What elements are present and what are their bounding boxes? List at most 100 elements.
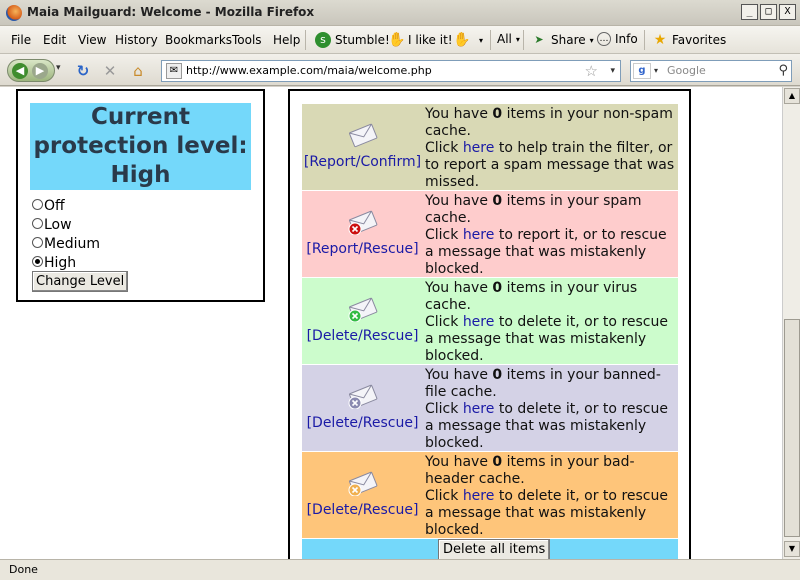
maximize-button[interactable]: □ (760, 4, 777, 20)
cache-row: [Report/Rescue] You have 0 items in your… (302, 191, 678, 277)
chevron-down-icon[interactable]: ▾ (654, 61, 658, 81)
vertical-scrollbar[interactable]: ▲ ▼ (782, 87, 800, 559)
cache-action-link[interactable]: [Delete/Rescue] (302, 415, 423, 431)
bookmark-star-icon[interactable]: ☆ (585, 61, 598, 81)
cache-description: You have 0 items in your non-spam cache.… (425, 104, 678, 190)
status-text: Done (9, 563, 38, 576)
all-dropdown[interactable]: All ▾ (497, 32, 520, 46)
search-input[interactable]: g ▾ Google ⚲ (630, 60, 792, 82)
toolbar-separator (644, 30, 645, 50)
cache-icon-cell: [Delete/Rescue] (302, 365, 423, 451)
page-viewport: Current protection level: High Off Low M… (0, 87, 782, 559)
protection-level-options: Off Low Medium High (32, 196, 100, 272)
cache-text: Click (425, 314, 463, 330)
back-arrow-icon[interactable]: ◀ (12, 62, 28, 79)
cache-here-link[interactable]: here (463, 227, 495, 243)
cache-description: You have 0 items in your virus cache. Cl… (425, 278, 678, 364)
dislike-button[interactable]: ✋ ▾ (453, 32, 483, 48)
cache-here-link[interactable]: here (463, 140, 495, 156)
level-option-high[interactable]: High (32, 253, 100, 272)
all-label: All (497, 32, 512, 46)
scrollbar-thumb[interactable] (784, 319, 800, 537)
chevron-down-icon: ▾ (479, 35, 484, 45)
url-text: http://www.example.com/maia/welcome.php (186, 64, 432, 77)
thumbs-down-icon: ✋ (453, 32, 471, 48)
stumble-button[interactable]: s Stumble! (315, 32, 390, 48)
menu-bookmarks[interactable]: Bookmarks (165, 33, 232, 47)
menu-view[interactable]: View (78, 33, 106, 47)
like-label: I like it! (408, 33, 453, 47)
cache-text: You have (425, 106, 493, 122)
menu-history[interactable]: History (115, 33, 158, 47)
cache-row: [Delete/Rescue] You have 0 items in your… (302, 452, 678, 538)
menu-tools[interactable]: Tools (232, 33, 262, 47)
cache-text: You have (425, 454, 493, 470)
cache-text: You have (425, 367, 493, 383)
navigation-toolbar: ◀ ▶ ▾ ↻ ✕ ⌂ ✉ http://www.example.com/mai… (0, 54, 800, 86)
scroll-down-icon[interactable]: ▼ (784, 541, 800, 557)
delete-all-row: Delete all items (302, 539, 678, 559)
favorites-label: Favorites (672, 33, 727, 47)
cache-summary-panel: [Delete/Rescue] You have 0 items in your… (288, 89, 691, 559)
level-option-medium[interactable]: Medium (32, 234, 100, 253)
cache-text: Click (425, 140, 463, 156)
share-label: Share (551, 33, 586, 47)
close-button[interactable]: X (779, 4, 796, 20)
toolbar-separator (523, 30, 524, 50)
stop-icon[interactable]: ✕ (101, 62, 119, 80)
menu-file[interactable]: File (11, 33, 31, 47)
home-icon[interactable]: ⌂ (129, 62, 147, 80)
site-favicon-icon: ✉ (166, 63, 182, 79)
share-icon: ➤ (534, 33, 544, 46)
radio-off[interactable] (32, 198, 43, 210)
cache-row: [Report/Confirm] You have 0 items in you… (302, 104, 678, 190)
reload-icon[interactable]: ↻ (74, 62, 92, 80)
cache-action-link[interactable]: [Report/Rescue] (302, 241, 423, 257)
like-button[interactable]: ✋ I like it! (388, 32, 453, 48)
cache-action-link[interactable]: [Delete/Rescue] (302, 328, 423, 344)
forward-arrow-icon[interactable]: ▶ (32, 62, 48, 79)
chevron-down-icon[interactable]: ▾ (610, 61, 615, 81)
menu-help[interactable]: Help (273, 33, 300, 47)
minimize-button[interactable]: _ (741, 4, 758, 20)
info-button[interactable]: … Info (597, 32, 638, 46)
cache-here-link[interactable]: here (463, 401, 495, 417)
cache-here-link[interactable]: here (463, 314, 495, 330)
chevron-down-icon: ▾ (589, 35, 594, 45)
url-bar[interactable]: ✉ http://www.example.com/maia/welcome.ph… (161, 60, 621, 82)
thumbs-up-icon: ✋ (388, 32, 406, 48)
radio-medium[interactable] (32, 236, 43, 248)
envelope-icon (349, 123, 378, 148)
protection-level-panel: Current protection level: High Off Low M… (16, 89, 265, 302)
back-forward-group: ◀ ▶ (7, 59, 55, 82)
search-icon[interactable]: ⚲ (778, 61, 788, 81)
history-dropdown-icon[interactable]: ▾ (56, 63, 61, 73)
envelope-icon (348, 297, 378, 322)
speech-bubble-icon: … (597, 32, 611, 46)
cache-row: [Delete/Rescue] You have 0 items in your… (302, 365, 678, 451)
cache-action-link[interactable]: [Report/Confirm] (302, 154, 423, 170)
level-option-low[interactable]: Low (32, 215, 100, 234)
scroll-up-icon[interactable]: ▲ (784, 88, 800, 104)
radio-label: Low (44, 216, 72, 233)
info-label: Info (615, 32, 638, 46)
cache-count: 0 (492, 193, 503, 209)
cache-here-link[interactable]: here (463, 488, 495, 504)
status-bar: Done (0, 559, 800, 580)
cache-count: 0 (492, 454, 503, 470)
cache-icon-cell: [Delete/Rescue] (302, 278, 423, 364)
cache-action-link[interactable]: [Delete/Rescue] (302, 502, 423, 518)
level-option-off[interactable]: Off (32, 196, 100, 215)
change-level-button[interactable]: Change Level (32, 271, 129, 292)
delete-all-button[interactable]: Delete all items (438, 539, 551, 559)
cache-icon-cell: [Report/Confirm] (302, 104, 423, 190)
favorites-button[interactable]: ★ Favorites (652, 32, 727, 48)
title-bar: Maia Mailguard: Welcome - Mozilla Firefo… (0, 0, 800, 26)
radio-high[interactable] (32, 255, 43, 267)
radio-low[interactable] (32, 217, 43, 229)
menu-edit[interactable]: Edit (43, 33, 66, 47)
envelope-icon (348, 384, 378, 409)
share-button[interactable]: ➤ Share ▾ (531, 32, 594, 48)
google-icon[interactable]: g (633, 63, 651, 79)
window-controls: _ □ X (741, 4, 796, 20)
